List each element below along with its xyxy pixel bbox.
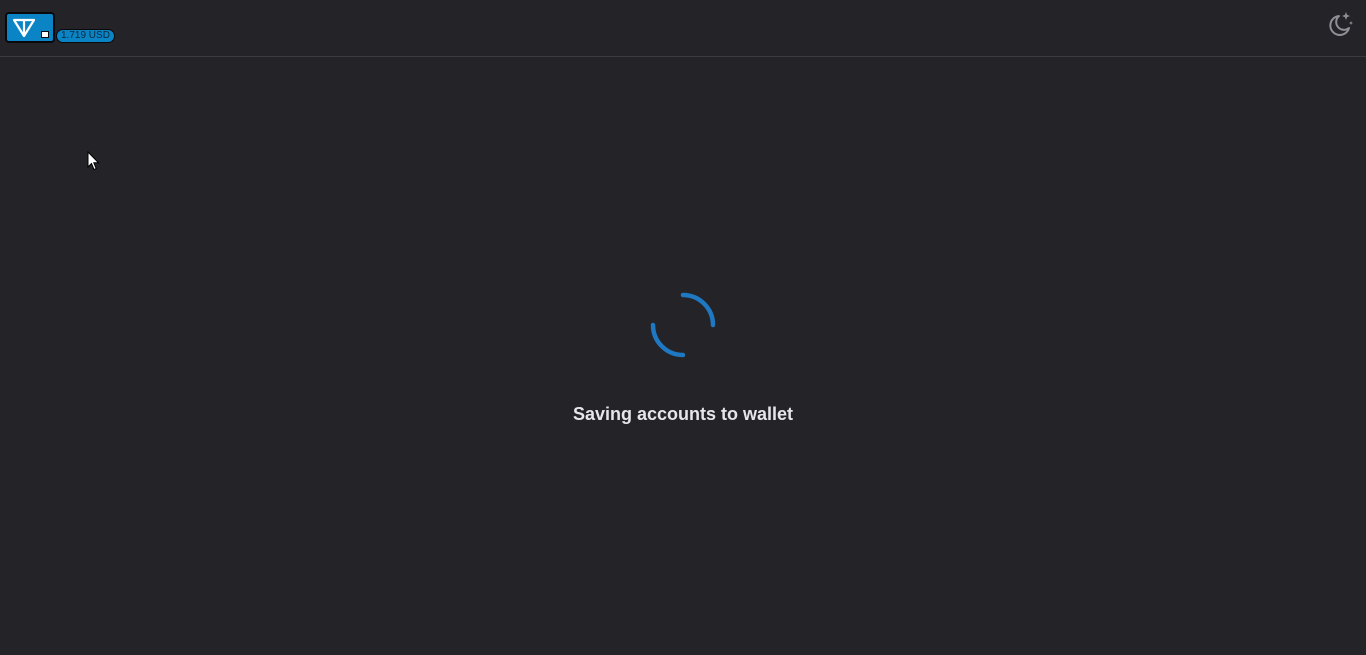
app-window: 1.719 USD Saving accounts to wallet	[0, 0, 1366, 655]
status-message: Saving accounts to wallet	[572, 404, 794, 424]
top-bar: 1.719 USD	[0, 0, 1366, 57]
loading-spinner-icon	[650, 292, 716, 358]
wallet-logo-button[interactable]	[5, 12, 55, 43]
ton-diamond-icon	[12, 18, 36, 38]
wallet-indicator-icon	[41, 31, 49, 38]
moon-star-icon[interactable]	[1326, 10, 1354, 38]
mouse-pointer-icon	[87, 151, 100, 171]
price-badge: 1.719 USD	[56, 29, 115, 43]
